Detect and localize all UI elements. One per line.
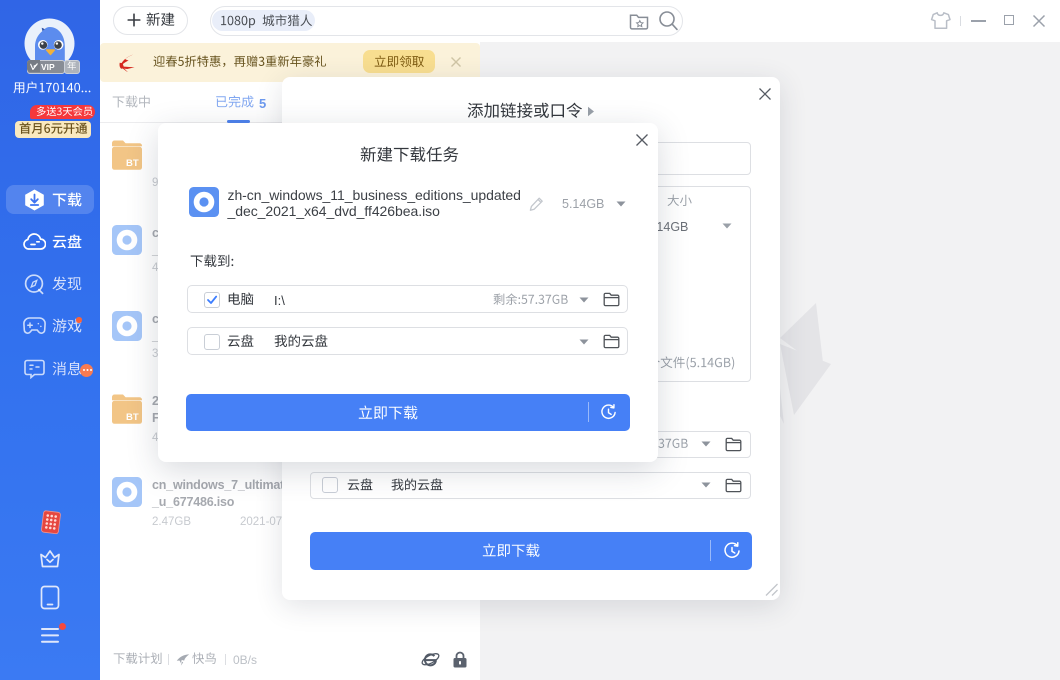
svg-text:BT: BT (126, 412, 139, 423)
svg-text:BT: BT (126, 158, 139, 169)
